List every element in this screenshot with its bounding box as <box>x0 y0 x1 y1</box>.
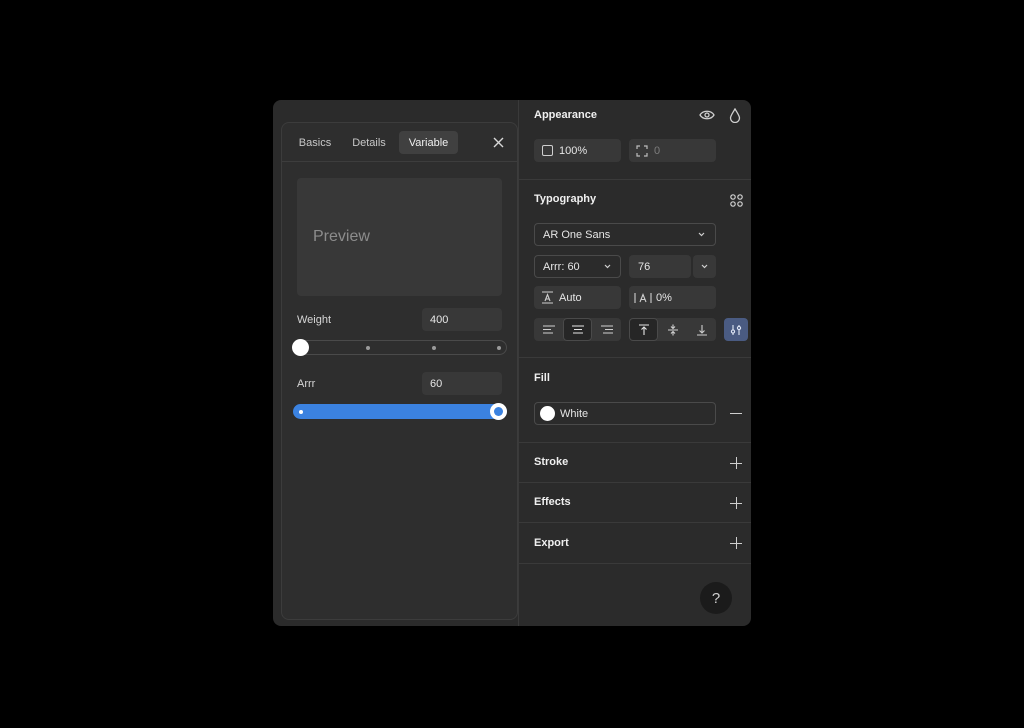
align-top-button[interactable] <box>629 318 658 341</box>
font-variables-icon[interactable] <box>729 193 743 207</box>
font-size-dropdown[interactable] <box>693 255 716 278</box>
section-divider <box>519 179 751 180</box>
appearance-title: Appearance <box>534 109 597 121</box>
slider-tick <box>432 346 436 350</box>
letter-spacing-icon <box>633 291 653 305</box>
align-right-button[interactable] <box>592 318 621 341</box>
tab-details[interactable]: Details <box>344 131 394 154</box>
tab-basics[interactable]: Basics <box>290 131 340 154</box>
axis-label-weight: Weight <box>297 314 332 326</box>
align-bottom-button[interactable] <box>687 318 716 341</box>
align-left-button[interactable] <box>534 318 563 341</box>
opacity-value: 100% <box>559 144 588 157</box>
letter-spacing-value: 0% <box>656 291 672 304</box>
corner-radius-icon <box>636 144 648 157</box>
align-center-button[interactable] <box>563 318 592 341</box>
properties-panel: Appearance 100% 0 Typography AR One Sans <box>519 100 751 626</box>
chevron-down-icon <box>604 264 611 269</box>
color-swatch[interactable] <box>540 406 555 421</box>
opacity-field[interactable]: 100% <box>534 139 621 162</box>
line-height-value: Auto <box>559 291 582 304</box>
line-height-field[interactable]: Auto <box>534 286 621 309</box>
section-divider <box>519 442 751 443</box>
arrr-slider-thumb[interactable] <box>490 403 507 420</box>
align-middle-button[interactable] <box>658 318 687 341</box>
section-divider <box>519 482 751 483</box>
export-title: Export <box>534 537 569 549</box>
eye-icon[interactable] <box>699 108 715 122</box>
tab-variable[interactable]: Variable <box>399 131 458 154</box>
slider-tick <box>299 409 303 414</box>
horizontal-align-group <box>534 318 621 341</box>
close-icon[interactable] <box>492 136 504 148</box>
preview-text: Preview <box>313 228 370 245</box>
typography-title: Typography <box>534 193 597 205</box>
font-size-value: 76 <box>638 260 651 273</box>
axis-value-weight[interactable]: 400 <box>422 308 502 331</box>
add-export-button[interactable] <box>730 537 742 549</box>
slider-tick <box>366 346 370 350</box>
fill-title: Fill <box>534 372 550 384</box>
font-preview: Preview <box>297 178 502 296</box>
corner-radius-field[interactable]: 0 <box>629 139 716 162</box>
chevron-down-icon <box>701 264 708 269</box>
add-effect-button[interactable] <box>730 497 742 509</box>
remove-fill-button[interactable] <box>730 413 742 414</box>
font-size-input[interactable]: 76 <box>629 255 691 278</box>
font-style-value: Arrr: 60 <box>543 260 580 273</box>
arrr-slider-track[interactable] <box>293 404 507 419</box>
fill-color-name: White <box>560 407 589 420</box>
weight-slider-track[interactable] <box>293 340 507 355</box>
popover-header-divider <box>282 161 517 162</box>
section-divider <box>519 357 751 358</box>
section-divider <box>519 522 751 523</box>
drop-icon[interactable] <box>728 107 742 123</box>
slider-thumb-core <box>494 407 503 416</box>
slider-tick <box>497 346 501 350</box>
stroke-title: Stroke <box>534 456 569 468</box>
sliders-icon <box>730 324 742 335</box>
letter-spacing-field[interactable]: 0% <box>629 286 716 309</box>
font-family-value: AR One Sans <box>543 228 611 241</box>
add-stroke-button[interactable] <box>730 457 742 469</box>
font-style-select[interactable]: Arrr: 60 <box>534 255 621 278</box>
app-window: Appearance 100% 0 Typography AR One Sans <box>273 100 751 626</box>
panel-divider <box>518 100 519 626</box>
axis-value-arrr[interactable]: 60 <box>422 372 502 395</box>
corner-radius-value: 0 <box>654 144 661 157</box>
chevron-down-icon <box>698 232 705 237</box>
vertical-align-group <box>629 318 716 341</box>
weight-slider-thumb[interactable] <box>292 339 309 356</box>
line-height-icon <box>540 291 554 305</box>
font-family-select[interactable]: AR One Sans <box>534 223 716 246</box>
axis-label-arrr: Arrr <box>297 378 316 390</box>
font-popover: Basics Details Variable Preview Weight 4… <box>281 122 518 620</box>
effects-title: Effects <box>534 496 571 508</box>
help-button[interactable]: ? <box>700 582 732 614</box>
opacity-icon <box>542 145 553 156</box>
fill-color-field[interactable]: White <box>534 402 716 425</box>
section-divider <box>519 563 751 564</box>
variable-axes-toggle[interactable] <box>724 318 748 341</box>
